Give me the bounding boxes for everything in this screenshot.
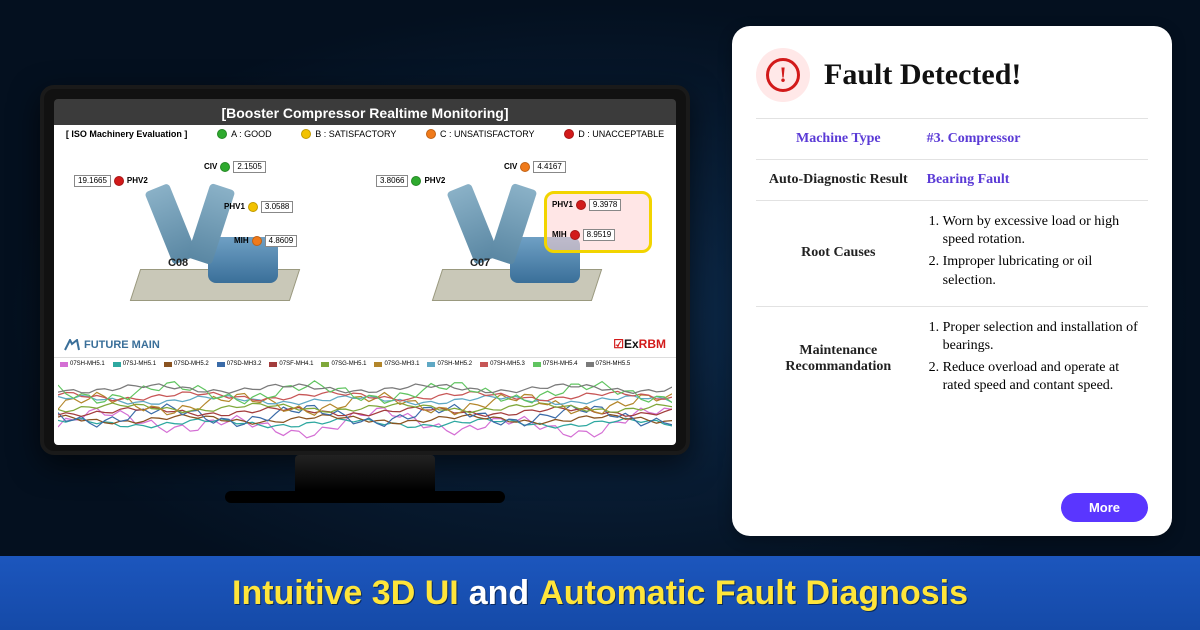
sensor-tag-mih-c07[interactable]: MIH 8.9519 (552, 229, 615, 241)
legend-good: A : GOOD (217, 129, 272, 139)
chart-legend: 07SH-MH5.107SJ-MH5.107SD-MH5.207SD-MH3.2… (58, 360, 672, 368)
monitor-bezel: [Booster Compressor Realtime Monitoring]… (40, 85, 690, 455)
sensor-tag-mih-c08[interactable]: MIH 4.8609 (234, 235, 297, 247)
monitor-stand (295, 455, 435, 491)
card-header: ! Fault Detected! (756, 48, 1148, 118)
legend-unacceptable: D : UNACCEPTABLE (564, 129, 664, 139)
row-label: Root Causes (756, 201, 921, 307)
card-title: Fault Detected! (824, 58, 1021, 92)
brand-futuremain: FUTURE MAIN (64, 339, 160, 351)
row-label: Auto-Diagnostic Result (756, 160, 921, 201)
chart-canvas[interactable] (58, 368, 672, 445)
row-value: Worn by excessive load or high speed rot… (921, 201, 1148, 307)
sensor-tag-civ-c08[interactable]: CIV 2.1505 (204, 161, 266, 173)
evaluation-header: [ ISO Machinery Evaluation ] (66, 129, 188, 139)
sensor-tag-phv1-c08[interactable]: PHV1 3.0588 (224, 201, 293, 213)
table-row: Auto-Diagnostic Result Bearing Fault (756, 160, 1148, 201)
row-value: Proper selection and installation of bea… (921, 306, 1148, 411)
legend-satisfactory: B : SATISFACTORY (301, 129, 396, 139)
legend-unsatisfactory: C : UNSATISFACTORY (426, 129, 535, 139)
banner-part-1: Intuitive 3D UI (232, 574, 459, 613)
bottom-banner: Intuitive 3D UI and Automatic Fault Diag… (0, 556, 1200, 630)
more-button[interactable]: More (1061, 493, 1148, 522)
row-label: Maintenance Recommandation (756, 306, 921, 411)
banner-part-3: Automatic Fault Diagnosis (539, 574, 968, 613)
table-row: Maintenance Recommandation Proper select… (756, 306, 1148, 411)
monitor: [Booster Compressor Realtime Monitoring]… (40, 85, 690, 505)
alert-icon: ! (756, 48, 810, 102)
row-value: Bearing Fault (921, 160, 1148, 201)
table-row: Machine Type #3. Compressor (756, 119, 1148, 160)
diagnosis-table: Machine Type #3. Compressor Auto-Diagnos… (756, 118, 1148, 412)
sensor-tag-phv1-c07[interactable]: PHV1 9.3978 (552, 199, 621, 211)
row-value: #3. Compressor (921, 119, 1148, 160)
sensor-tag-phv2-c08[interactable]: 19.1665 PHV2 (74, 175, 148, 187)
table-row: Root Causes Worn by excessive load or hi… (756, 201, 1148, 307)
sensor-tag-civ-c07[interactable]: CIV 4.4167 (504, 161, 566, 173)
trend-chart[interactable]: 07SH-MH5.107SJ-MH5.107SD-MH5.207SD-MH3.2… (54, 357, 676, 445)
evaluation-legend: [ ISO Machinery Evaluation ] A : GOOD B … (54, 125, 676, 143)
fault-card: ! Fault Detected! Machine Type #3. Compr… (732, 26, 1172, 536)
banner-part-2: and (469, 574, 529, 613)
brand-exrbm: ☑ExRBM (613, 337, 666, 351)
3d-view[interactable]: C08 19.1665 PHV2 CIV 2.1505 PHV1 3.0588 (54, 143, 676, 357)
sensor-tag-phv2-c07[interactable]: 3.8066 PHV2 (376, 175, 445, 187)
screen-title: [Booster Compressor Realtime Monitoring] (54, 99, 676, 125)
row-label: Machine Type (756, 119, 921, 160)
monitor-screen: [Booster Compressor Realtime Monitoring]… (54, 99, 676, 445)
unit-id: C08 (168, 257, 188, 269)
monitor-base (225, 491, 505, 503)
unit-id: C07 (470, 257, 490, 269)
